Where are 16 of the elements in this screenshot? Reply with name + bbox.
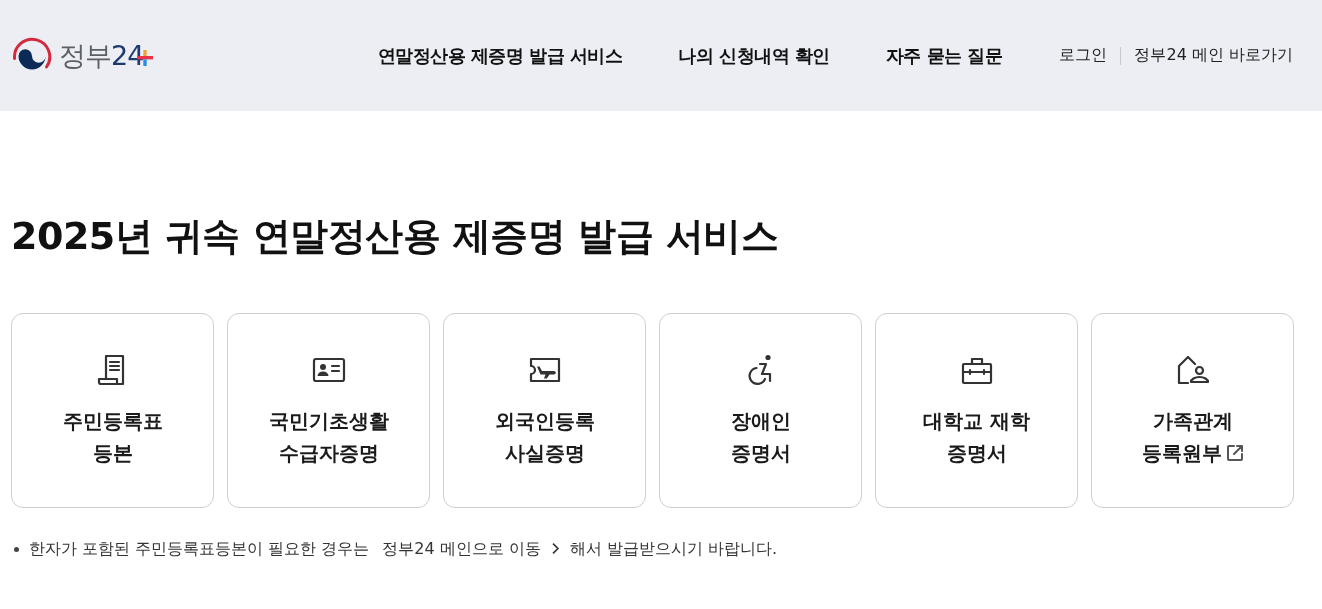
nav-link[interactable]: 자주 묻는 질문 xyxy=(885,43,1003,68)
certificate-card[interactable]: 주민등록표 등본 xyxy=(11,313,214,508)
nav-link[interactable]: 나의 신청내역 확인 xyxy=(678,43,830,68)
certificate-card[interactable]: 외국인등록 사실증명 xyxy=(443,313,646,508)
chevron-right-icon xyxy=(550,542,560,555)
certificate-card[interactable]: 장애인 증명서 xyxy=(659,313,862,508)
certificate-card[interactable]: 가족관계 등록원부 xyxy=(1091,313,1294,508)
certificate-card[interactable]: 국민기초생활 수급자증명 xyxy=(227,313,430,508)
nav-link[interactable]: 연말정산용 제증명 발급 서비스 xyxy=(377,43,623,68)
utility-link[interactable]: 로그인 xyxy=(1059,45,1108,66)
bullet-icon xyxy=(14,546,19,552)
certificate-card[interactable]: 대학교 재학 증명서 xyxy=(875,313,1078,508)
page-title: 2025년 귀속 연말정산용 제증명 발급 서비스 xyxy=(11,213,780,260)
notice-text: 한자가 포함된 주민등록표등본이 필요한 경우는 정부24 메인으로 이동 해서 발급받으시기 바랍니다. xyxy=(29,538,778,560)
main-page-link[interactable]: 정부24 메인으로 이동 xyxy=(382,539,560,558)
utility-link[interactable]: 정부24 메인 바로가기 xyxy=(1134,45,1293,66)
